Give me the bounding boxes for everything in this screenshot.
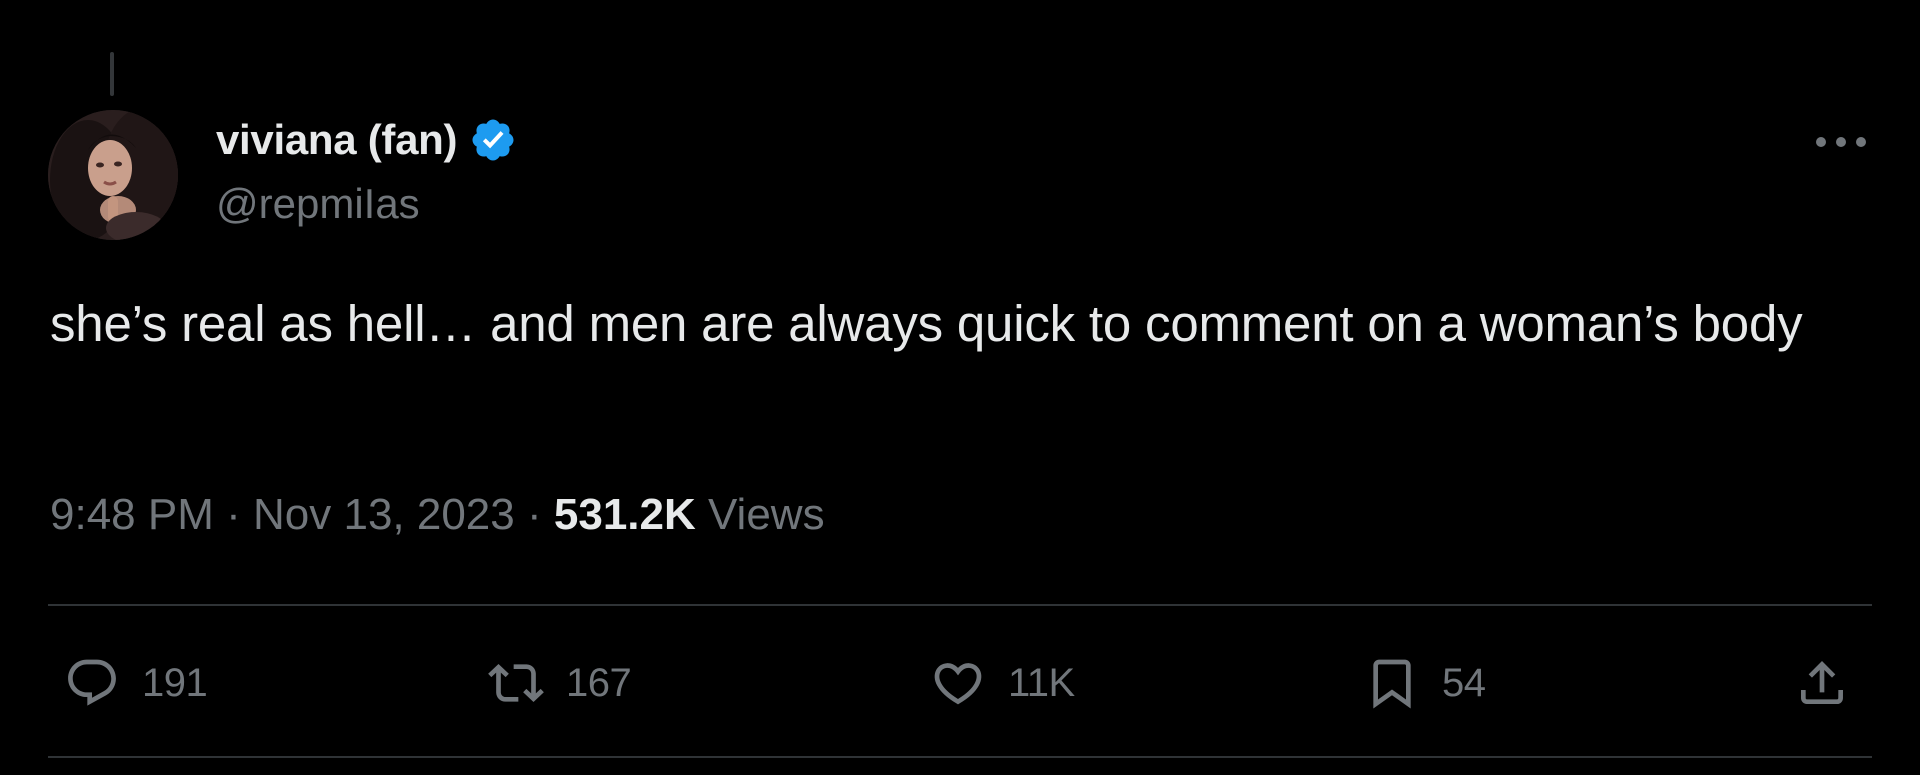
divider-top xyxy=(48,604,1872,606)
verified-badge-icon xyxy=(472,119,514,161)
share-button[interactable] xyxy=(1794,648,1850,718)
share-icon xyxy=(1801,661,1843,704)
avatar[interactable] xyxy=(48,110,178,240)
tweet-text: she’s real as hell… and men are always q… xyxy=(50,295,1803,352)
reply-button[interactable]: 191 xyxy=(64,648,208,718)
views-count: 531.2K xyxy=(553,490,696,539)
retweet-count: 167 xyxy=(566,660,632,705)
views-label: Views xyxy=(708,490,825,539)
tweet-meta: 9:48 PM · Nov 13, 2023 · 531.2K Views xyxy=(50,490,825,540)
author-display-name[interactable]: viviana (fan) xyxy=(216,116,457,164)
bookmark-button[interactable]: 54 xyxy=(1364,648,1486,718)
meta-separator: · xyxy=(226,490,241,539)
author-handle[interactable]: @repmiIas xyxy=(216,180,420,228)
tweet-date[interactable]: Nov 13, 2023 xyxy=(253,490,515,539)
meta-separator-2: · xyxy=(526,490,542,539)
divider-bottom xyxy=(48,756,1872,758)
bookmark-icon xyxy=(1373,659,1411,709)
tweet-time[interactable]: 9:48 PM xyxy=(50,490,214,539)
reply-count: 191 xyxy=(142,660,208,705)
more-options-icon[interactable] xyxy=(1812,128,1870,156)
thread-connector-line xyxy=(110,52,114,96)
avatar-image xyxy=(48,110,178,240)
retweet-button[interactable]: 167 xyxy=(488,648,632,718)
heart-icon xyxy=(934,663,982,705)
reply-icon xyxy=(68,659,116,706)
like-button[interactable]: 11K xyxy=(930,648,1075,718)
like-count: 11K xyxy=(1008,660,1075,705)
author-name-row: viviana (fan) xyxy=(216,114,517,166)
bookmark-count: 54 xyxy=(1442,660,1486,705)
retweet-icon xyxy=(488,664,544,702)
